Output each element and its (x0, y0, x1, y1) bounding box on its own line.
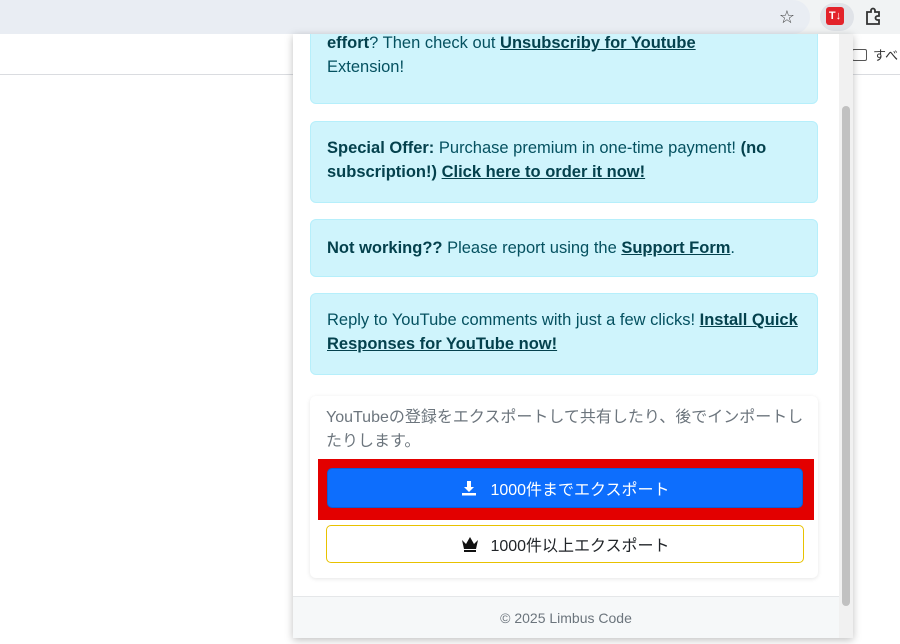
puzzle-icon[interactable] (862, 6, 884, 28)
not-working-text: Please report using the (442, 239, 622, 257)
alert-not-working: Not working?? Please report using the Su… (310, 219, 818, 277)
popup-scrollbar[interactable] (839, 34, 853, 638)
export-up-to-1000-button[interactable]: 1000件までエクスポート (327, 468, 803, 508)
bookmark-folder[interactable]: すべ (852, 45, 898, 64)
special-offer-label: Special Offer: (327, 139, 435, 157)
alert-unsubscribe-promo: effort? Then check out Unsubscriby for Y… (310, 34, 818, 104)
alert-special-offer: Special Offer: Purchase premium in one-t… (310, 121, 818, 203)
scroll-thumb[interactable] (842, 106, 850, 606)
folder-icon (852, 48, 867, 61)
alert-text: ? Then check out (369, 34, 501, 52)
download-icon (460, 479, 478, 497)
quick-responses-text: Reply to YouTube comments with just a fe… (327, 311, 700, 329)
alert-quick-responses: Reply to YouTube comments with just a fe… (310, 293, 818, 375)
extension-popup: effort? Then check out Unsubscriby for Y… (293, 34, 853, 638)
export-card: YouTubeの登録をエクスポートして共有したり、後でインポートしたりします。 … (310, 396, 818, 578)
alert-bold: effort (327, 34, 370, 52)
browser-toolbar: ☆ T↓ (0, 0, 900, 34)
address-bar[interactable] (0, 0, 810, 34)
special-offer-text: Purchase premium in one-time payment! (434, 139, 741, 157)
copyright-text: © 2025 Limbus Code (500, 610, 632, 626)
export-up-to-1000-label: 1000件までエクスポート (490, 482, 670, 499)
period-text: . (730, 239, 736, 257)
star-icon[interactable]: ☆ (776, 6, 798, 28)
export-over-1000-button[interactable]: 1000件以上エクスポート (326, 525, 804, 563)
support-form-link[interactable]: Support Form (621, 239, 730, 257)
extension-logo-icon[interactable]: T↓ (826, 7, 844, 25)
export-over-1000-label: 1000件以上エクスポート (490, 538, 670, 555)
export-description: YouTubeの登録をエクスポートして共有したり、後でインポートしたりします。 (326, 409, 804, 450)
popup-footer: © 2025 Limbus Code (293, 596, 839, 638)
order-now-link[interactable]: Click here to order it now! (442, 163, 646, 181)
crown-icon (460, 535, 479, 553)
not-working-label: Not working?? (327, 239, 443, 257)
alert-text-continued: Extension! (327, 58, 405, 76)
bookmark-folder-label: すべ (873, 48, 899, 63)
unsubscribe-extension-link[interactable]: Unsubscriby for Youtube (500, 34, 696, 52)
